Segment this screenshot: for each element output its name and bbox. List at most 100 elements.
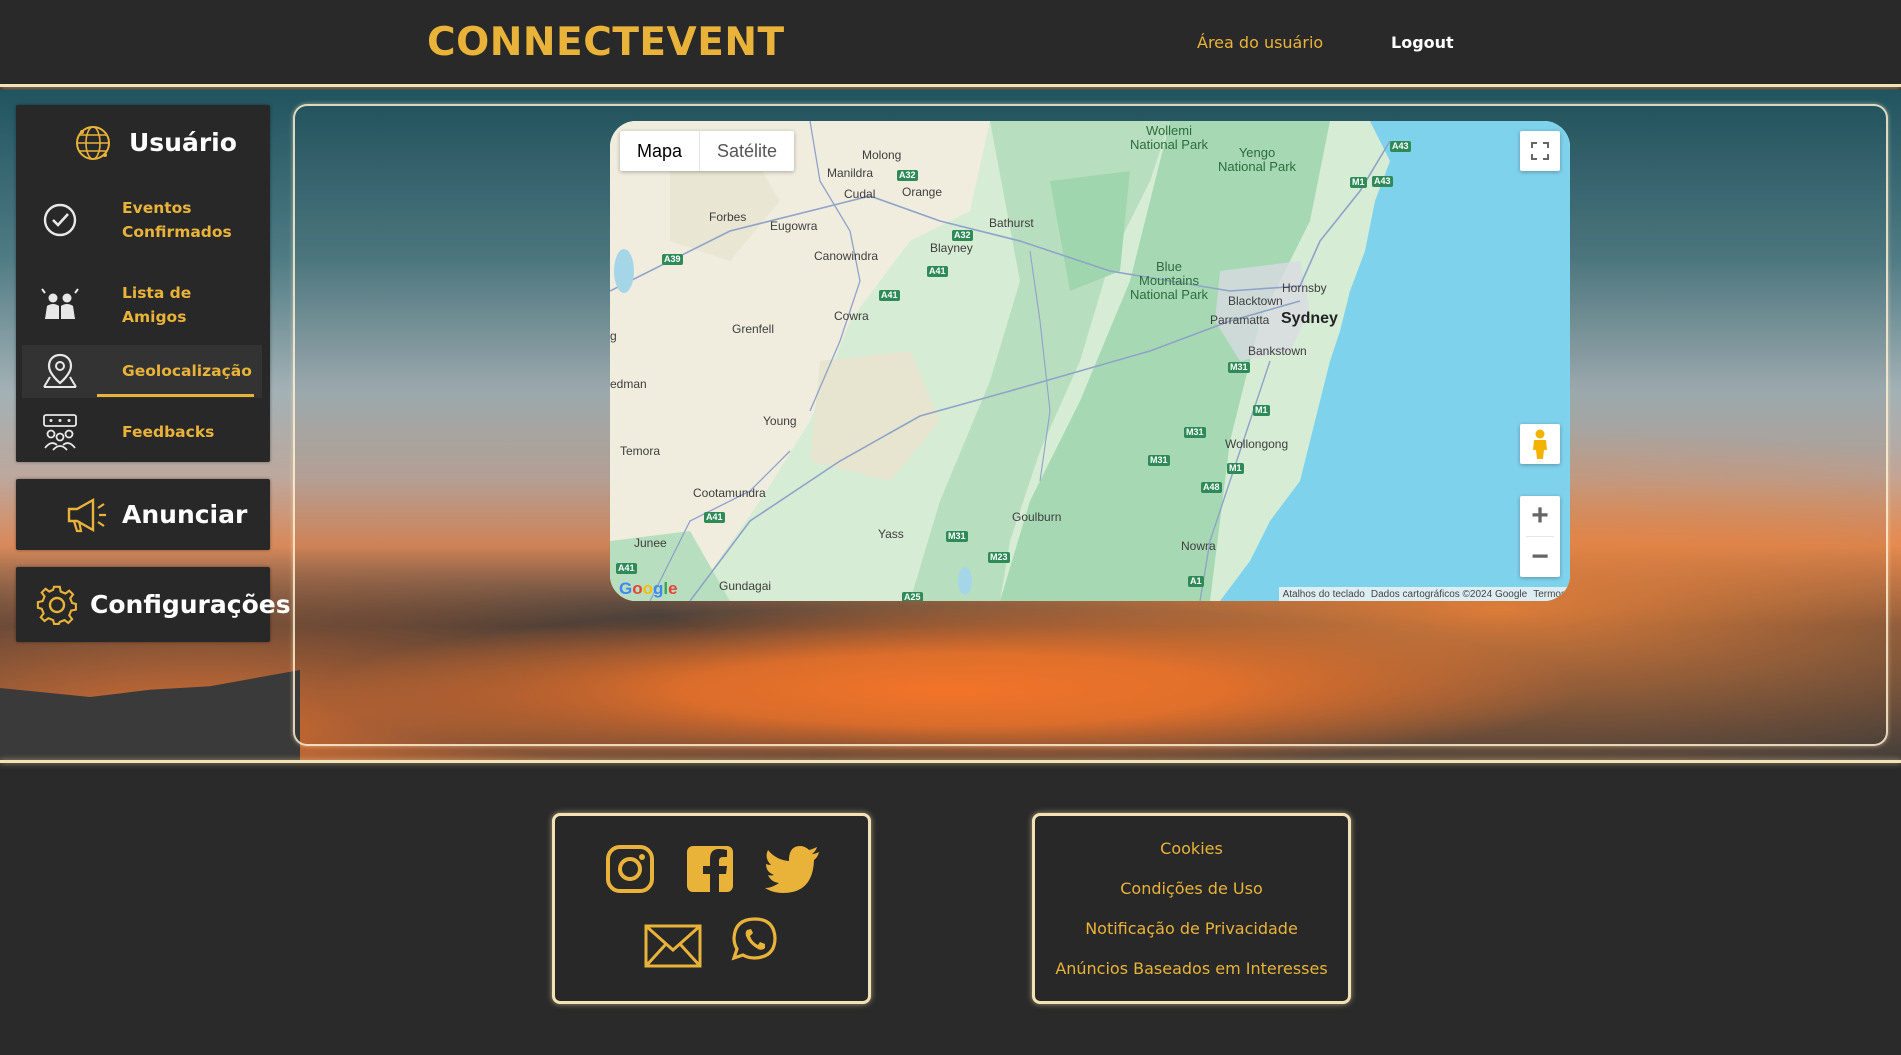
road-shield: M1: [1227, 463, 1244, 474]
map-label: Forbes: [709, 210, 747, 224]
map-label: Manildra: [827, 166, 874, 180]
map-label: Junee: [634, 536, 667, 550]
zoom-in-button[interactable]: +: [1520, 496, 1560, 536]
instagram-icon[interactable]: [605, 844, 655, 894]
map-data-text: Dados cartográficos ©2024 Google: [1370, 588, 1528, 600]
nav-user-area-link[interactable]: Área do usuário: [1197, 33, 1323, 52]
map-label: g: [610, 329, 617, 343]
pegman-icon: [1533, 429, 1547, 459]
sidebar-item-eventos-confirmados[interactable]: Eventos Confirmados: [22, 185, 262, 255]
sidebar-item-label: Eventos Confirmados: [122, 196, 232, 244]
road-shield: A41: [616, 563, 637, 574]
road-shield: A41: [704, 512, 725, 523]
map-label: Blacktown: [1228, 294, 1283, 308]
friends-icon: [41, 288, 79, 319]
top-header: CONNECTEVENT Área do usuário Logout: [0, 0, 1901, 87]
map-label: Blue Mountains National Park: [1130, 259, 1209, 302]
email-icon[interactable]: [644, 924, 702, 968]
megaphone-icon: [67, 497, 106, 533]
map-type-map-button[interactable]: Mapa: [620, 131, 701, 171]
map-type-satellite-button[interactable]: Satélite: [700, 131, 794, 171]
keyboard-shortcuts-link[interactable]: Atalhos do teclado: [1283, 589, 1365, 600]
cookies-link[interactable]: Cookies: [1035, 839, 1348, 858]
map-label: Eugowra: [770, 219, 818, 233]
announce-button[interactable]: Anunciar: [16, 479, 270, 550]
settings-label: Configurações: [90, 590, 291, 619]
privacy-notice-link[interactable]: Notificação de Privacidade: [1035, 919, 1348, 938]
terms-of-use-link[interactable]: Condições de Uso: [1035, 879, 1348, 898]
map-terrain: [610, 121, 1570, 601]
fullscreen-button[interactable]: [1520, 131, 1560, 171]
sidebar-item-geolocalizacao[interactable]: Geolocalização: [22, 345, 262, 398]
map-label-sydney: Sydney: [1281, 310, 1338, 327]
map-label: Temora: [620, 444, 661, 458]
map-label: Cootamundra: [693, 486, 766, 500]
road-shield: M31: [1148, 455, 1170, 466]
map-label: Parramatta: [1210, 313, 1270, 327]
sidebar-item-label-line1: Lista de: [122, 284, 192, 302]
sidebar-item-label-line2: Amigos: [122, 308, 187, 326]
nav-logout-link[interactable]: Logout: [1391, 33, 1454, 52]
interest-based-ads-link[interactable]: Anúncios Baseados em Interesses: [1035, 959, 1348, 978]
google-map[interactable]: Wollemi National Park Yengo National Park …: [610, 121, 1570, 601]
map-pin-icon: [43, 353, 77, 388]
whatsapp-icon[interactable]: [731, 916, 779, 964]
globe-icon: [76, 126, 110, 160]
map-label: Wollongong: [1225, 437, 1289, 451]
zoom-out-button[interactable]: −: [1520, 537, 1560, 577]
map-label: Bathurst: [989, 216, 1034, 230]
terms-link[interactable]: Termos: [1533, 589, 1566, 600]
app-logo[interactable]: CONNECTEVENT: [427, 20, 785, 65]
map-label: Bankstown: [1248, 344, 1307, 358]
road-shield: A32: [897, 170, 918, 181]
map-label: Blayney: [930, 241, 973, 255]
road-shield: A43: [1372, 176, 1393, 187]
road-shield: M1: [1350, 177, 1367, 188]
map-label: Goulburn: [1012, 510, 1062, 524]
road-shield: A25: [902, 592, 923, 601]
zoom-controls: + −: [1520, 496, 1560, 577]
map-attribution: Atalhos do teclado Dados cartográficos ©…: [1278, 587, 1570, 601]
facebook-icon[interactable]: [685, 844, 735, 894]
settings-button[interactable]: Configurações: [16, 567, 291, 642]
road-shield: A1: [1188, 576, 1204, 587]
road-shield: M1: [1253, 405, 1270, 416]
map-label: Cowra: [834, 309, 869, 323]
map-label: Wollemi National Park: [1130, 123, 1209, 152]
street-view-pegman[interactable]: [1520, 424, 1560, 464]
road-shield: A39: [662, 254, 683, 265]
map-label: Molong: [862, 148, 902, 162]
road-shield: M31: [1228, 362, 1250, 373]
sidebar-item-feedbacks[interactable]: Feedbacks: [22, 407, 262, 457]
road-shield: A48: [1201, 482, 1222, 493]
content-divider: [0, 760, 1901, 763]
sidebar-user-menu: Usuário Eventos Confirmados Lista de Ami…: [16, 105, 270, 462]
sidebar-item-label: Lista de Amigos: [122, 281, 191, 329]
sidebar-item-label: Feedbacks: [122, 423, 215, 441]
map-label: Yengo National Park: [1218, 145, 1297, 174]
map-label: Young: [763, 414, 797, 428]
road-shield: A41: [879, 290, 900, 301]
announce-label: Anunciar: [122, 500, 248, 529]
sidebar-item-lista-de-amigos[interactable]: Lista de Amigos: [22, 270, 262, 340]
road-shield: M23: [988, 552, 1010, 563]
road-shield: A41: [927, 266, 948, 277]
google-logo: Google: [619, 579, 678, 598]
social-links-box: [552, 813, 871, 1004]
road-shield: M31: [946, 531, 968, 542]
map-label: Orange: [902, 185, 943, 199]
twitter-icon[interactable]: [765, 846, 821, 894]
sidebar-item-label: Geolocalização: [122, 362, 252, 380]
fullscreen-icon: [1531, 142, 1549, 160]
feedback-people-icon: [43, 414, 77, 451]
active-indicator: [97, 394, 254, 397]
map-label: Grenfell: [732, 322, 775, 336]
sidebar-item-label-line2: Confirmados: [122, 223, 232, 241]
map-label: Gundagai: [719, 579, 772, 593]
map-label: Nowra: [1181, 539, 1216, 553]
map-label: Hornsby: [1282, 281, 1327, 295]
road-shield: M31: [1184, 427, 1206, 438]
legal-links-box: Cookies Condições de Uso Notificação de …: [1032, 813, 1351, 1004]
map-label: Yass: [878, 527, 904, 541]
check-circle-icon: [43, 203, 77, 237]
